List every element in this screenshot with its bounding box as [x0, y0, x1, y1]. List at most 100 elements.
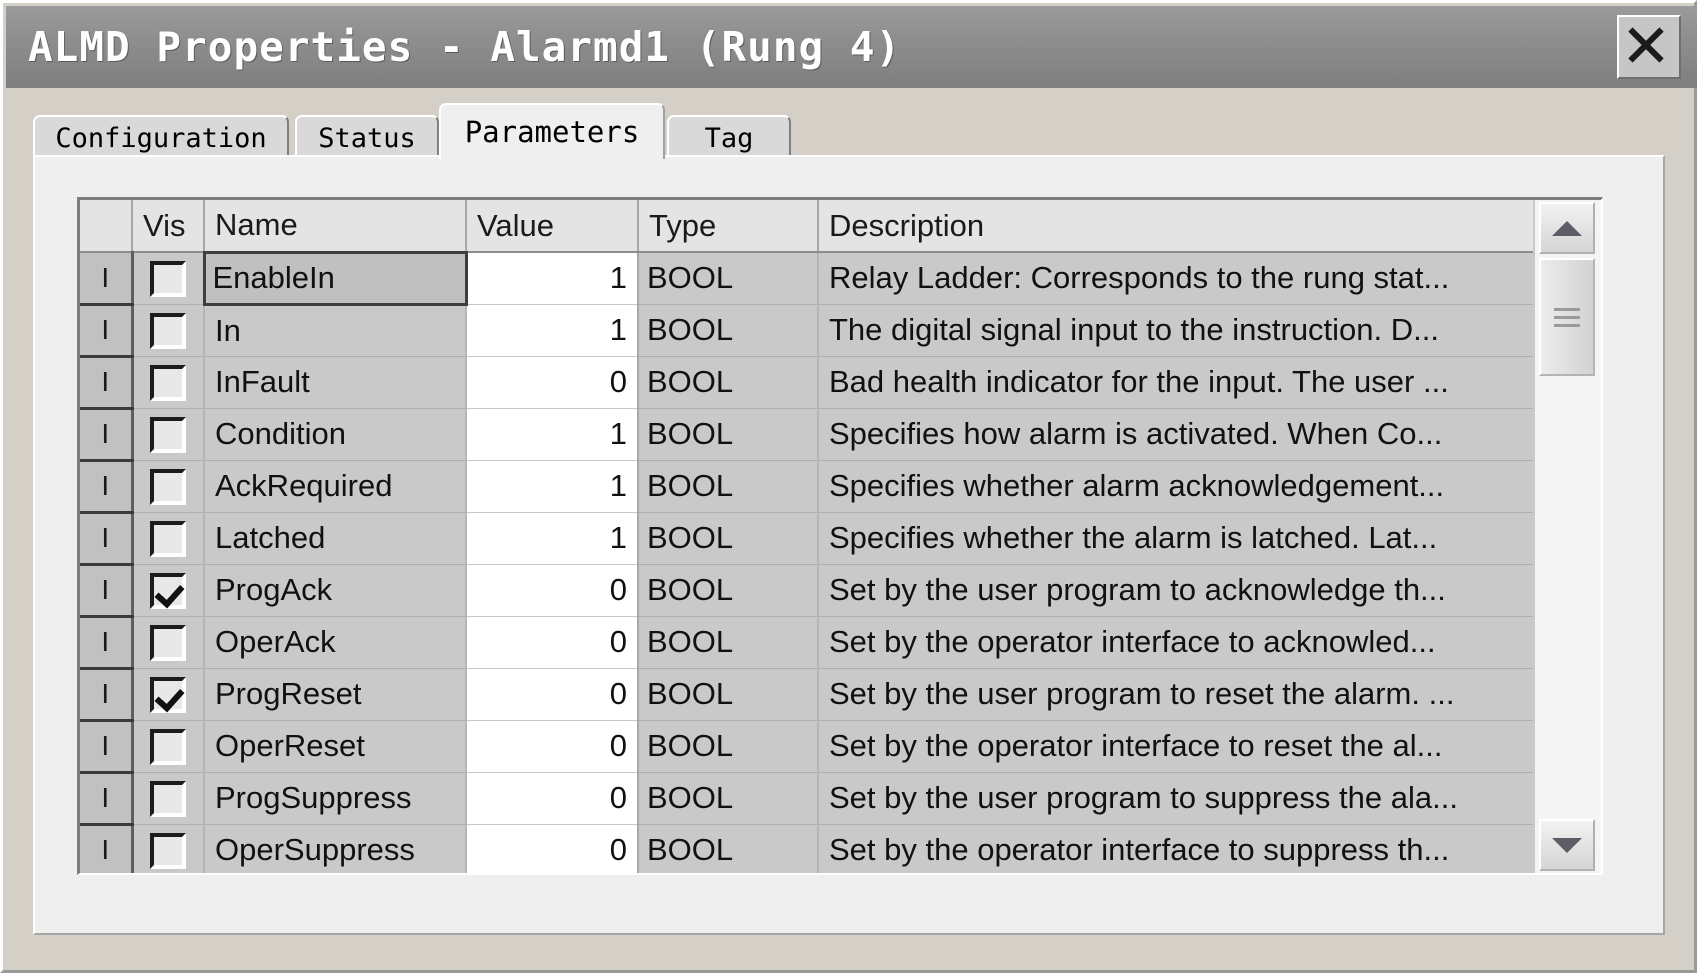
parameter-description-cell: Set by the operator interface to reset t…	[818, 720, 1533, 772]
parameter-name-cell[interactable]: In	[204, 304, 466, 356]
scroll-up-button[interactable]	[1539, 202, 1595, 254]
vis-cell[interactable]	[132, 356, 204, 408]
tab-configuration[interactable]: Configuration	[33, 115, 289, 159]
row-selector-cell[interactable]: I	[80, 720, 132, 772]
close-button[interactable]	[1617, 15, 1681, 79]
table-row[interactable]: ILatched1BOOLSpecifies whether the alarm…	[80, 512, 1533, 564]
table-row[interactable]: IOperSuppress0BOOLSet by the operator in…	[80, 824, 1533, 873]
vis-checkbox[interactable]	[150, 521, 186, 557]
column-header-type[interactable]: Type	[638, 200, 818, 252]
grip-icon	[1554, 303, 1580, 332]
vis-checkbox[interactable]	[150, 313, 186, 349]
parameter-value-cell[interactable]: 1	[466, 460, 638, 512]
parameter-name-cell[interactable]: Condition	[204, 408, 466, 460]
vis-checkbox[interactable]	[150, 729, 186, 765]
parameters-grid: Vis Name Value Type Description I EnableI…	[77, 197, 1603, 875]
scroll-down-button[interactable]	[1539, 819, 1595, 871]
table-row[interactable]: ICondition1BOOLSpecifies how alarm is ac…	[80, 408, 1533, 460]
parameter-name-cell[interactable]: ProgSuppress	[204, 772, 466, 824]
window-titlebar: ALMD Properties - Alarmd1 (Rung 4)	[6, 6, 1697, 88]
parameter-value-cell[interactable]: 0	[466, 356, 638, 408]
row-selector-cell[interactable]: I	[80, 408, 132, 460]
vis-cell[interactable]	[132, 720, 204, 772]
table-row[interactable]: IIn1BOOLThe digital signal input to the …	[80, 304, 1533, 356]
vis-checkbox-checked[interactable]	[150, 677, 186, 713]
parameters-panel: Vis Name Value Type Description I EnableI…	[33, 155, 1665, 935]
chevron-down-icon	[1552, 838, 1582, 853]
table-row[interactable]: IOperReset0BOOLSet by the operator inter…	[80, 720, 1533, 772]
vis-checkbox[interactable]	[150, 781, 186, 817]
column-header-name[interactable]: Name	[204, 200, 466, 252]
vertical-scrollbar[interactable]	[1533, 200, 1601, 873]
tab-status[interactable]: Status	[295, 115, 439, 159]
parameter-value-cell[interactable]: 1	[466, 512, 638, 564]
parameter-value-cell[interactable]: 0	[466, 824, 638, 873]
parameter-description-cell: Specifies how alarm is activated. When C…	[818, 408, 1533, 460]
column-header-vis[interactable]: Vis	[132, 200, 204, 252]
table-row[interactable]: IProgReset0BOOLSet by the user program t…	[80, 668, 1533, 720]
scrollbar-thumb[interactable]	[1539, 258, 1595, 376]
parameter-name-cell[interactable]: Latched	[204, 512, 466, 564]
vis-cell[interactable]	[132, 512, 204, 564]
tab-parameters[interactable]: Parameters	[439, 103, 665, 159]
vis-cell[interactable]	[132, 460, 204, 512]
parameter-value-cell[interactable]: 1	[466, 408, 638, 460]
vis-cell[interactable]	[132, 668, 204, 720]
vis-checkbox[interactable]	[150, 417, 186, 453]
table-row[interactable]: IInFault0BOOLBad health indicator for th…	[80, 356, 1533, 408]
row-selector-cell[interactable]: I	[80, 304, 132, 356]
vis-checkbox[interactable]	[150, 833, 186, 869]
parameter-name-cell[interactable]: AckRequired	[204, 460, 466, 512]
vis-checkbox[interactable]	[150, 365, 186, 401]
parameter-value-cell[interactable]: 0	[466, 772, 638, 824]
row-selector-cell[interactable]: I	[80, 460, 132, 512]
vis-cell[interactable]	[132, 772, 204, 824]
parameter-name-cell[interactable]: OperAck	[204, 616, 466, 668]
table-header: Vis Name Value Type Description	[80, 200, 1533, 252]
vis-checkbox[interactable]	[150, 625, 186, 661]
column-header-description[interactable]: Description	[818, 200, 1533, 252]
table-row[interactable]: IEnableIn1BOOLRelay Ladder: Corresponds …	[80, 252, 1533, 304]
vis-cell[interactable]	[132, 408, 204, 460]
vis-checkbox-checked[interactable]	[150, 573, 186, 609]
parameter-name-cell[interactable]: OperReset	[204, 720, 466, 772]
parameter-value-cell[interactable]: 0	[466, 668, 638, 720]
row-selector-cell[interactable]: I	[80, 824, 132, 873]
row-selector-cell[interactable]: I	[80, 252, 132, 304]
parameter-name-cell[interactable]: ProgReset	[204, 668, 466, 720]
parameter-value-cell[interactable]: 1	[466, 304, 638, 356]
parameter-name-cell[interactable]: EnableIn	[204, 252, 466, 304]
parameter-value-cell[interactable]: 0	[466, 564, 638, 616]
column-header-selector[interactable]	[80, 200, 132, 252]
table-row[interactable]: IAckRequired1BOOLSpecifies whether alarm…	[80, 460, 1533, 512]
table-row[interactable]: IProgAck0BOOLSet by the user program to …	[80, 564, 1533, 616]
table-body: IEnableIn1BOOLRelay Ladder: Corresponds …	[80, 252, 1533, 873]
parameter-name-cell[interactable]: InFault	[204, 356, 466, 408]
row-selector-cell[interactable]: I	[80, 772, 132, 824]
parameter-value-cell[interactable]: 1	[466, 252, 638, 304]
vis-checkbox[interactable]	[150, 469, 186, 505]
row-selector-cell[interactable]: I	[80, 564, 132, 616]
row-selector-cell[interactable]: I	[80, 512, 132, 564]
parameter-name-cell[interactable]: ProgAck	[204, 564, 466, 616]
table-row[interactable]: IProgSuppress0BOOLSet by the user progra…	[80, 772, 1533, 824]
vis-cell[interactable]	[132, 304, 204, 356]
vis-cell[interactable]	[132, 564, 204, 616]
parameter-value-cell[interactable]: 0	[466, 616, 638, 668]
vis-cell[interactable]	[132, 824, 204, 873]
table-row[interactable]: IOperAck0BOOLSet by the operator interfa…	[80, 616, 1533, 668]
parameter-value-cell[interactable]: 0	[466, 720, 638, 772]
tab-tag[interactable]: Tag	[667, 115, 791, 159]
vis-cell[interactable]	[132, 616, 204, 668]
vis-cell[interactable]	[132, 252, 204, 304]
vis-checkbox[interactable]	[150, 261, 186, 297]
row-selector-cell[interactable]: I	[80, 356, 132, 408]
column-header-value[interactable]: Value	[466, 200, 638, 252]
parameter-name-cell[interactable]: OperSuppress	[204, 824, 466, 873]
parameter-type-cell: BOOL	[638, 824, 818, 873]
row-selector-cell[interactable]: I	[80, 616, 132, 668]
parameter-type-cell: BOOL	[638, 668, 818, 720]
tab-tag-label: Tag	[705, 123, 754, 154]
row-selector-cell[interactable]: I	[80, 668, 132, 720]
tab-parameters-label: Parameters	[465, 115, 640, 149]
